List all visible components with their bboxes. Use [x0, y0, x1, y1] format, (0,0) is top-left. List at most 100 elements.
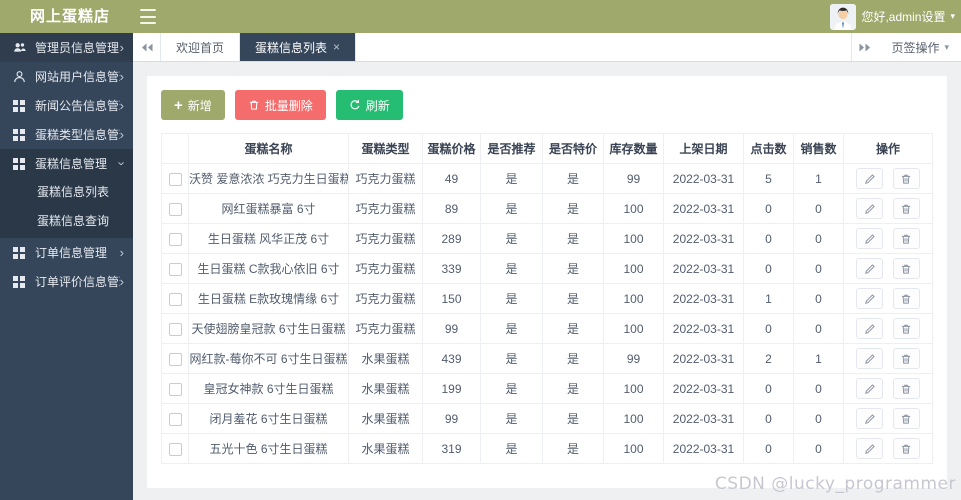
delete-button[interactable] — [892, 378, 920, 399]
grid-icon — [12, 275, 26, 288]
user-greeting: 您好,admin设置 — [861, 10, 946, 24]
edit-button[interactable] — [856, 168, 884, 189]
cell-checkbox — [161, 193, 189, 224]
avatar — [830, 3, 857, 30]
cell-name: 网红款-莓你不可 6寸生日蛋糕 — [188, 343, 349, 374]
refresh-button[interactable]: 刷新 — [335, 90, 403, 120]
edit-button[interactable] — [856, 258, 884, 279]
cell-checkbox — [161, 313, 189, 344]
row-checkbox[interactable] — [168, 262, 182, 276]
cell-stock: 100 — [603, 403, 664, 434]
delete-button[interactable] — [892, 438, 920, 459]
tab-spacer — [356, 33, 851, 61]
cell-clicks: 0 — [743, 313, 794, 344]
plus-icon: + — [174, 96, 183, 114]
table-row: 天使翅膀皇冠款 6寸生日蛋糕 巧克力蛋糕 99 是是 100 2022-03-31 0 0 — [161, 313, 933, 344]
cell-clicks: 0 — [743, 223, 794, 254]
cell-date: 2022-03-31 — [663, 163, 744, 194]
hamburger-menu-icon[interactable] — [140, 9, 156, 24]
pencil-icon — [864, 413, 875, 424]
edit-button[interactable] — [856, 378, 884, 399]
sidebar-subitem-cake-list[interactable]: 蛋糕信息列表 — [0, 178, 133, 207]
app-window: 网上蛋糕店 您好,admin设置 ▾ 管理员信息管理 › 网站用户信息管 › 新… — [0, 0, 961, 500]
chevron-right-icon: › — [119, 69, 124, 84]
edit-button[interactable] — [856, 408, 884, 429]
add-button[interactable]: + 新增 — [161, 90, 225, 120]
cell-clicks: 5 — [743, 163, 794, 194]
refresh-label: 刷新 — [365, 98, 390, 113]
cell-price: 49 — [422, 163, 481, 194]
delete-button[interactable] — [892, 288, 920, 309]
sidebar-item-site-users[interactable]: 网站用户信息管理 › — [0, 62, 133, 91]
cell-operations — [843, 223, 933, 254]
row-checkbox[interactable] — [168, 202, 182, 216]
row-checkbox[interactable] — [168, 172, 182, 186]
cell-clicks: 0 — [743, 433, 794, 464]
cell-special: 是 — [542, 253, 604, 284]
delete-button[interactable] — [892, 348, 920, 369]
scroll-tabs-left-button[interactable] — [133, 33, 161, 61]
cell-stock: 100 — [603, 373, 664, 404]
cell-special: 是 — [542, 223, 604, 254]
row-checkbox[interactable] — [168, 382, 182, 396]
cell-sales: 0 — [793, 313, 844, 344]
grid-icon — [12, 157, 26, 170]
edit-button[interactable] — [856, 198, 884, 219]
row-checkbox[interactable] — [168, 442, 182, 456]
column-header: 蛋糕类型 — [348, 133, 423, 164]
row-checkbox[interactable] — [168, 232, 182, 246]
sidebar-item-label: 新闻公告信息管理 — [35, 99, 120, 113]
column-header: 销售数 — [793, 133, 844, 164]
cell-checkbox — [161, 253, 189, 284]
sidebar-item-news[interactable]: 新闻公告信息管理 › — [0, 91, 133, 120]
cell-date: 2022-03-31 — [663, 223, 744, 254]
sidebar-item-orders[interactable]: 订单信息管理 › — [0, 238, 133, 267]
table-row: 皇冠女神款 6寸生日蛋糕 水果蛋糕 199 是是 100 2022-03-31 0 0 — [161, 373, 933, 404]
grid-icon — [12, 128, 26, 141]
column-header: 蛋糕价格 — [422, 133, 481, 164]
scroll-tabs-right-button[interactable] — [851, 33, 879, 61]
row-checkbox[interactable] — [168, 322, 182, 336]
cell-clicks: 0 — [743, 253, 794, 284]
tab-operations-dropdown[interactable]: 页签操作 ▾ — [879, 33, 961, 61]
cell-checkbox — [161, 223, 189, 254]
delete-button[interactable] — [892, 318, 920, 339]
tab-welcome[interactable]: 欢迎首页 — [161, 33, 241, 61]
sidebar-item-admin-info[interactable]: 管理员信息管理 › — [0, 33, 133, 62]
trash-icon — [902, 384, 911, 394]
sidebar-item-order-reviews[interactable]: 订单评价信息管理 › — [0, 267, 133, 296]
cell-type: 水果蛋糕 — [348, 403, 423, 434]
cell-recommended: 是 — [480, 343, 543, 374]
edit-button[interactable] — [856, 438, 884, 459]
table-row: 网红蛋糕暴富 6寸 巧克力蛋糕 89 是是 100 2022-03-31 0 0 — [161, 193, 933, 224]
cell-price: 99 — [422, 403, 481, 434]
cell-type: 水果蛋糕 — [348, 373, 423, 404]
table-row: 生日蛋糕 风华正茂 6寸 巧克力蛋糕 289 是是 100 2022-03-31 0 0 — [161, 223, 933, 254]
delete-button[interactable] — [892, 408, 920, 429]
edit-button[interactable] — [856, 288, 884, 309]
cell-name: 闭月羞花 6寸生日蛋糕 — [188, 403, 349, 434]
sidebar-subitem-cake-query[interactable]: 蛋糕信息查询 — [0, 207, 133, 236]
edit-button[interactable] — [856, 228, 884, 249]
batch-delete-button[interactable]: 批量删除 — [234, 90, 326, 120]
trash-icon — [902, 234, 911, 244]
grid-icon — [12, 246, 26, 259]
cell-sales: 0 — [793, 223, 844, 254]
edit-button[interactable] — [856, 318, 884, 339]
pencil-icon — [864, 263, 875, 274]
sidebar-item-cake-types[interactable]: 蛋糕类型信息管理 › — [0, 120, 133, 149]
tab-cake-list[interactable]: 蛋糕信息列表 × — [240, 33, 357, 61]
row-checkbox[interactable] — [168, 292, 182, 306]
row-checkbox[interactable] — [168, 352, 182, 366]
delete-button[interactable] — [892, 168, 920, 189]
user-dropdown[interactable]: 您好,admin设置 ▾ — [830, 0, 955, 33]
cell-operations — [843, 433, 933, 464]
edit-button[interactable] — [856, 348, 884, 369]
cell-checkbox — [161, 343, 189, 374]
delete-button[interactable] — [892, 198, 920, 219]
row-checkbox[interactable] — [168, 412, 182, 426]
close-icon[interactable]: × — [333, 41, 340, 53]
delete-button[interactable] — [892, 228, 920, 249]
sidebar-item-cake-info[interactable]: 蛋糕信息管理 › — [0, 149, 133, 178]
delete-button[interactable] — [892, 258, 920, 279]
